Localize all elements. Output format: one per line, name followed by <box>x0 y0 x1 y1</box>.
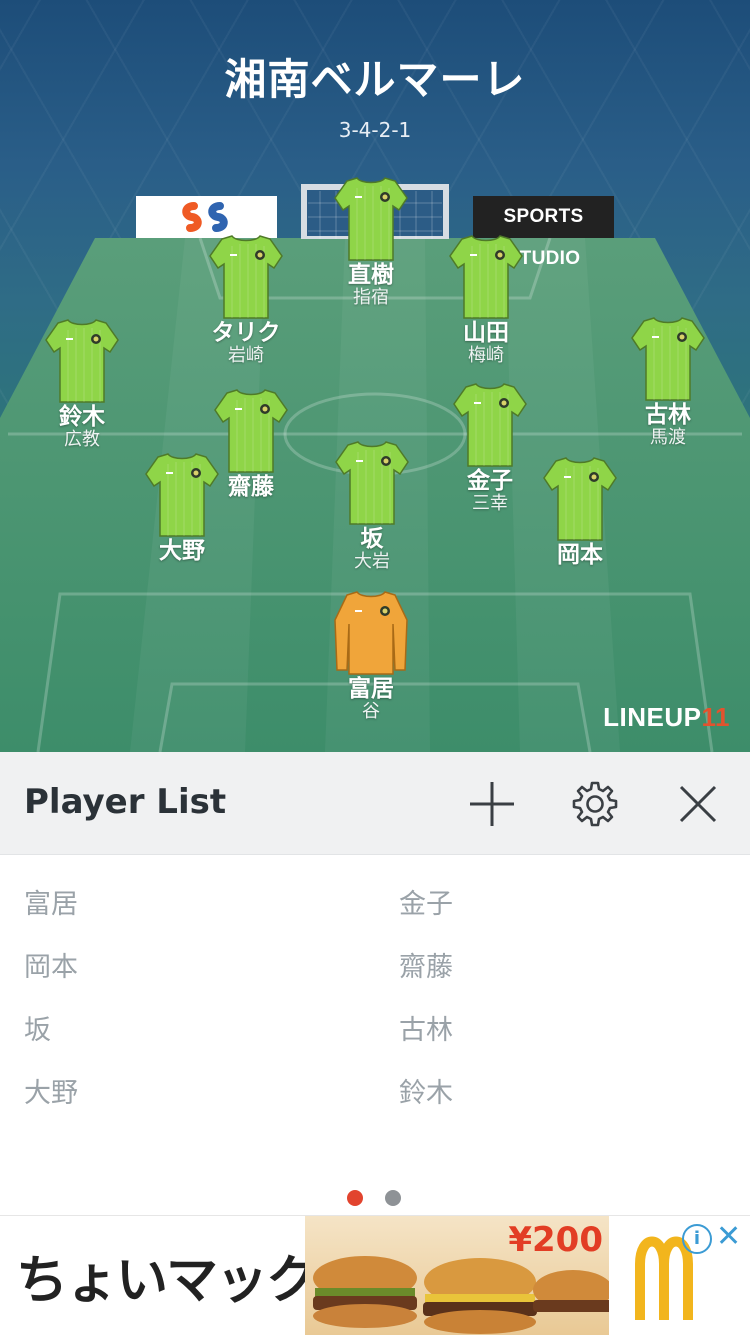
player-sub: 谷 <box>362 701 380 722</box>
player-name: 大野 <box>159 538 205 564</box>
player-okamoto[interactable]: 岡本 <box>520 456 640 568</box>
close-button[interactable] <box>672 778 724 830</box>
burger-image: ¥200 <box>305 1216 609 1335</box>
player-goalkeeper[interactable]: 富居 谷 <box>311 590 431 722</box>
player-name: 富居 <box>348 676 394 702</box>
plus-icon <box>470 782 514 826</box>
jersey-icon <box>520 456 640 542</box>
jersey-icon <box>122 452 242 538</box>
gear-icon <box>572 781 618 827</box>
jersey-icon <box>186 234 306 320</box>
player-naoki[interactable]: 直樹 指宿 <box>311 176 431 308</box>
player-suzuki[interactable]: 鈴木 広教 <box>22 318 142 450</box>
player-list-title: Player List <box>24 782 227 822</box>
page-indicator <box>0 1190 750 1206</box>
logo-text: LINEUP <box>603 702 702 732</box>
list-item[interactable]: 岡本 <box>24 945 78 984</box>
jersey-icon <box>608 316 728 402</box>
list-item[interactable]: 金子 <box>399 882 453 921</box>
list-item[interactable]: 古林 <box>399 1008 453 1047</box>
player-saka[interactable]: 坂 大岩 <box>312 440 432 572</box>
player-name: タリク <box>211 320 281 346</box>
list-item[interactable]: 齋藤 <box>399 945 453 984</box>
ad-headline: ちょいマック <box>16 1251 318 1311</box>
settings-button[interactable] <box>569 778 621 830</box>
player-name: 古林 <box>645 402 691 428</box>
player-yamada[interactable]: 山田 梅崎 <box>426 234 546 366</box>
lineup-field: 湘南ベルマーレ 3-4-2-1 SPORTS STUDIO 直樹 指宿 タリク … <box>0 0 750 752</box>
add-player-button[interactable] <box>466 778 518 830</box>
player-sub: 岩崎 <box>228 345 264 366</box>
list-item[interactable]: 坂 <box>24 1008 51 1047</box>
ad-price: ¥200 <box>508 1220 603 1260</box>
jersey-icon <box>312 440 432 526</box>
player-sub: 梅崎 <box>468 345 504 366</box>
player-name: 鈴木 <box>59 404 105 430</box>
team-name: 湘南ベルマーレ <box>224 55 526 104</box>
sports-studio-logo: SPORTS STUDIO <box>473 196 614 269</box>
ss-logo-icon <box>182 202 228 232</box>
formation: 3-4-2-1 <box>338 118 412 142</box>
jersey-icon <box>311 176 431 262</box>
player-name: 山田 <box>463 320 509 346</box>
list-item[interactable]: 富居 <box>24 882 78 921</box>
player-sub: 大岩 <box>354 551 390 572</box>
player-ono[interactable]: 大野 <box>122 452 242 564</box>
ad-info-icon[interactable]: i <box>682 1224 712 1254</box>
list-item[interactable]: 大野 <box>24 1071 78 1110</box>
lineup11-logo: LINEUP11 <box>603 702 730 733</box>
list-item[interactable]: 鈴木 <box>399 1071 453 1110</box>
player-sub: 指宿 <box>353 287 389 308</box>
player-furubayashi[interactable]: 古林 馬渡 <box>608 316 728 448</box>
player-sub: 馬渡 <box>650 427 686 448</box>
player-list-header: Player List <box>0 752 750 855</box>
ad-close-icon[interactable]: ✕ <box>716 1222 741 1252</box>
jersey-icon <box>22 318 142 404</box>
player-name: 坂 <box>360 526 384 552</box>
jersey-icon <box>426 234 546 320</box>
goalkeeper-jersey-icon <box>311 590 431 676</box>
page-dot-active[interactable] <box>347 1190 363 1206</box>
logo-number: 11 <box>701 702 730 732</box>
page-dot[interactable] <box>385 1190 401 1206</box>
ss-sponsor-logo <box>136 196 277 238</box>
ad-banner[interactable]: ちょいマック ¥200 i ✕ <box>0 1215 750 1335</box>
close-icon <box>679 785 717 823</box>
player-sub: 広教 <box>64 429 100 450</box>
player-name: 岡本 <box>557 542 603 568</box>
player-tariku[interactable]: タリク 岩崎 <box>186 234 306 366</box>
player-name: 直樹 <box>348 262 394 288</box>
